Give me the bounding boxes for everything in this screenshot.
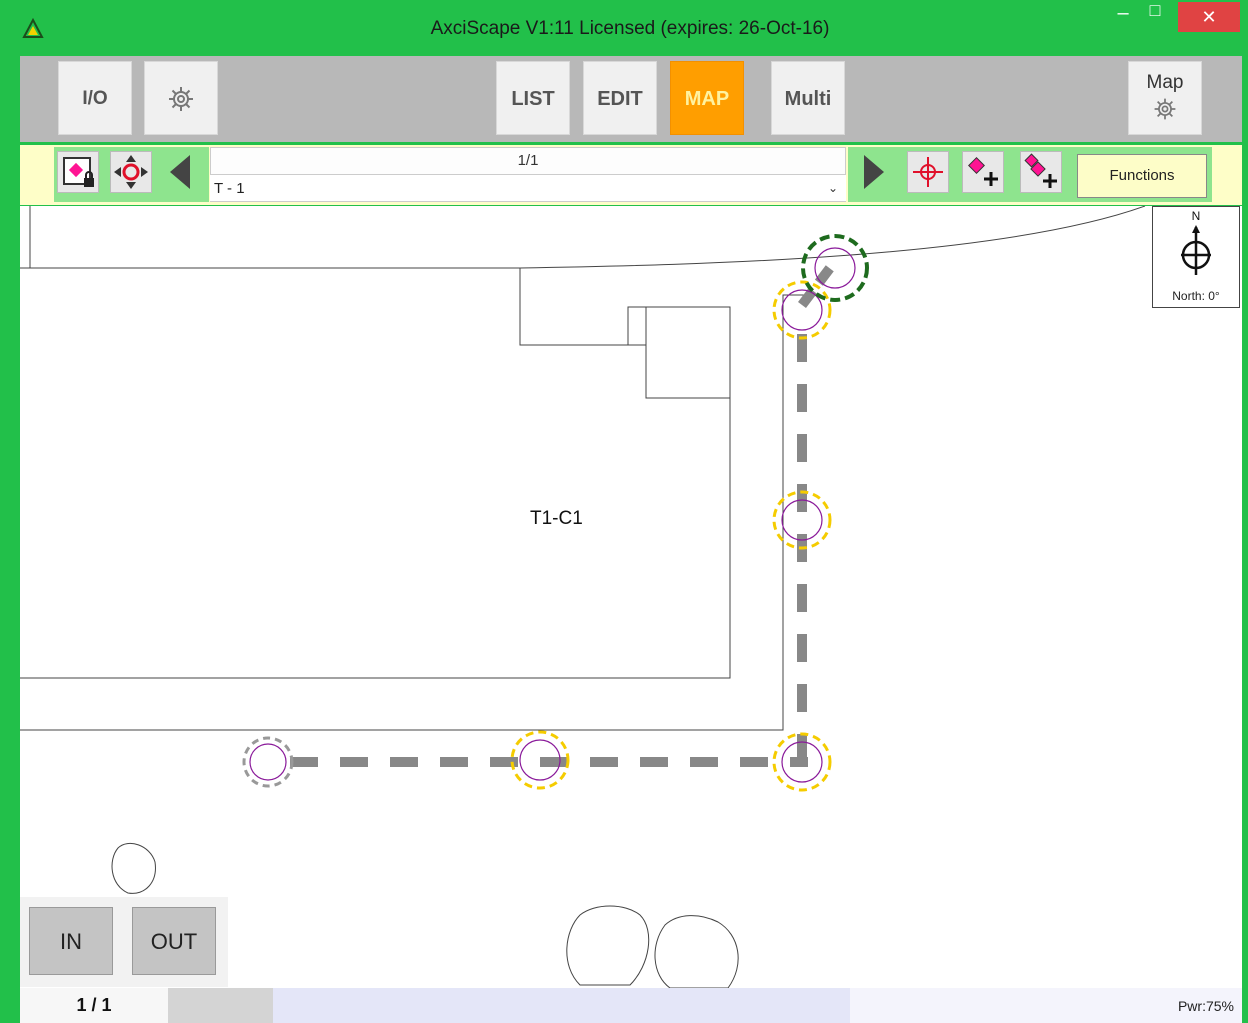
close-button[interactable]: ✕ [1178,2,1240,32]
window-title: AxciScape V1:11 Licensed (expires: 26-Oc… [430,18,830,39]
add-points-icon [1024,153,1057,188]
main-toolbar: I/O LIST EDIT MAP Multi Map [20,56,1242,142]
zoom-in-button[interactable]: IN [29,907,113,975]
pan-button[interactable] [110,151,152,193]
list-button[interactable]: LIST [496,61,570,135]
building-annex [628,306,730,399]
map-lock-icon [63,157,94,187]
record-counter: 1/1 [517,152,539,169]
boundary-line [20,294,820,731]
add-points-button[interactable] [1020,151,1062,193]
next-icon [864,155,884,189]
compass-icon [1181,225,1211,275]
gear-icon [1154,98,1176,120]
io-button[interactable]: I/O [58,61,132,135]
minimize-button[interactable]: – [1108,2,1138,34]
crosshair-icon [913,157,943,187]
map-settings-label: Map [1146,72,1184,93]
next-record-button[interactable] [852,151,894,193]
chevron-down-icon: ⌄ [827,181,838,195]
shrub-outline [654,915,739,988]
shrub-outline [111,843,156,894]
map-label: MAP [684,88,730,110]
outline-top [29,206,520,269]
power-status: Pwr:75% [1177,998,1234,1014]
gear-icon [169,87,193,111]
list-label: LIST [511,88,555,110]
maximize-button[interactable]: □ [1138,0,1172,32]
prev-icon [170,155,190,189]
add-point-button[interactable] [962,151,1004,193]
map-lock-button[interactable] [57,151,99,193]
route-point [772,490,832,550]
zoom-out-button[interactable]: OUT [132,907,216,975]
multi-button[interactable]: Multi [771,61,845,135]
functions-button[interactable]: Functions [1077,154,1207,198]
record-dropdown-value: T - 1 [214,180,245,197]
page-indicator: 1 / 1 [20,988,168,1023]
building-step [628,307,647,346]
route-point-start [801,234,869,302]
map-button[interactable]: MAP [670,61,744,135]
map-settings-button[interactable]: Map [1128,61,1202,135]
move-icon [114,155,148,189]
building-label: T1-C1 [530,508,583,529]
route-point [772,280,832,340]
shrub-outline [566,905,650,986]
progress-fill [168,988,273,1023]
building-outline [20,267,731,679]
prev-record-button[interactable] [160,151,202,193]
route-point-end [242,736,294,788]
edit-label: EDIT [597,88,643,110]
add-point-icon [968,157,998,186]
settings-button[interactable] [144,61,218,135]
multi-label: Multi [784,88,832,110]
io-label: I/O [82,88,108,109]
map-drawing [20,206,1146,988]
boundary-curve [519,206,1146,269]
edit-button[interactable]: EDIT [583,61,657,135]
compass-heading: North: 0° [1172,289,1220,303]
record-dropdown[interactable]: T - 1 ⌄ [210,174,846,201]
locate-button[interactable] [907,151,949,193]
map-canvas[interactable]: T1-C1 [20,206,1242,988]
